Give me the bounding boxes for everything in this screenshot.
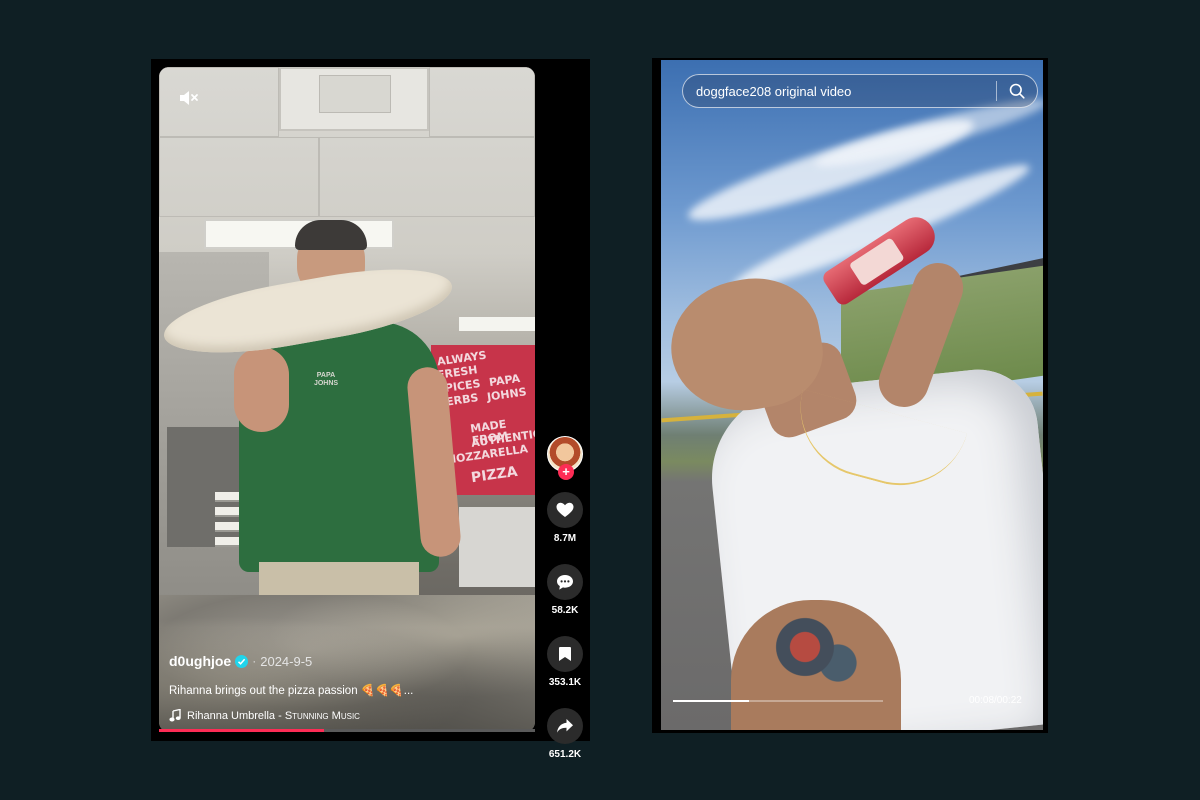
action-bar: + 8.7M 58.2K 353.1K 651.2K [545, 436, 585, 760]
heart-icon [556, 502, 574, 517]
volume-muted-icon [180, 91, 198, 105]
share-arrow-icon [557, 719, 573, 733]
comment-icon [557, 574, 573, 590]
author-name[interactable]: d0ughjoe [169, 653, 231, 669]
search-icon [1009, 83, 1025, 99]
like-button[interactable] [547, 492, 583, 528]
right-video-content[interactable]: doggface208 original video 00:08/00:22 [661, 60, 1043, 730]
playback-time: 00:08/00:22 [969, 695, 1022, 706]
date-separator: · [252, 654, 257, 668]
comment-action[interactable]: 58.2K [547, 564, 583, 616]
ceiling-vent [279, 67, 429, 131]
music-note-icon [169, 709, 181, 722]
mute-button[interactable] [177, 87, 203, 109]
like-action[interactable]: 8.7M [547, 492, 583, 544]
shirt-logo: PAPA JOHNS [313, 372, 339, 387]
left-video-content[interactable]: ALWAYS FRESH SPICES HERBS PAPA JOHNS MAD… [159, 67, 535, 732]
right-progress-fill [673, 700, 749, 702]
register-counter [459, 507, 535, 587]
search-bar[interactable]: doggface208 original video [682, 74, 1038, 108]
person-hair [295, 220, 367, 250]
person-arm [234, 347, 289, 432]
share-button[interactable] [547, 708, 583, 744]
save-button[interactable] [547, 636, 583, 672]
comment-button[interactable] [547, 564, 583, 600]
ceiling-tile [429, 67, 535, 137]
share-count: 651.2K [548, 749, 582, 760]
video-info: d0ughjoe · 2024-9-5 Rihanna brings out t… [169, 653, 519, 722]
search-button[interactable] [997, 74, 1037, 108]
music-row[interactable]: Rihanna Umbrella - Stunning Music [169, 709, 519, 722]
ceiling-tile [159, 137, 319, 217]
wall-text: PIZZA [470, 463, 519, 487]
arm-tattoo [761, 615, 871, 695]
save-count: 353.1K [548, 677, 582, 688]
ceiling-light [459, 317, 535, 331]
left-video-player: ALWAYS FRESH SPICES HERBS PAPA JOHNS MAD… [151, 59, 590, 760]
right-progress-bar[interactable] [673, 700, 883, 702]
right-video-player: doggface208 original video 00:08/00:22 [652, 58, 1048, 733]
music-artist: Rihanna Umbrella - [187, 709, 285, 722]
bookmark-icon [559, 647, 571, 661]
save-action[interactable]: 353.1K [547, 636, 583, 688]
music-name: Rihanna Umbrella - Stunning Music [187, 710, 360, 722]
author-row: d0ughjoe · 2024-9-5 [169, 653, 519, 669]
follow-button[interactable]: + [558, 464, 574, 480]
search-input[interactable]: doggface208 original video [683, 84, 996, 99]
share-action[interactable]: 651.2K [547, 708, 583, 760]
post-date: 2024-9-5 [260, 653, 313, 669]
left-progress-bar[interactable] [159, 729, 535, 732]
ceiling-tile [319, 137, 535, 217]
creator-avatar[interactable]: + [547, 436, 583, 480]
wall-text: JOHNS [486, 385, 528, 404]
like-count: 8.7M [553, 533, 577, 544]
left-progress-fill [159, 729, 325, 732]
comment-count: 58.2K [551, 605, 579, 616]
music-label: Stunning Music [284, 709, 360, 722]
video-caption[interactable]: Rihanna brings out the pizza passion 🍕🍕🍕… [169, 683, 519, 697]
verified-badge-icon [235, 654, 249, 668]
